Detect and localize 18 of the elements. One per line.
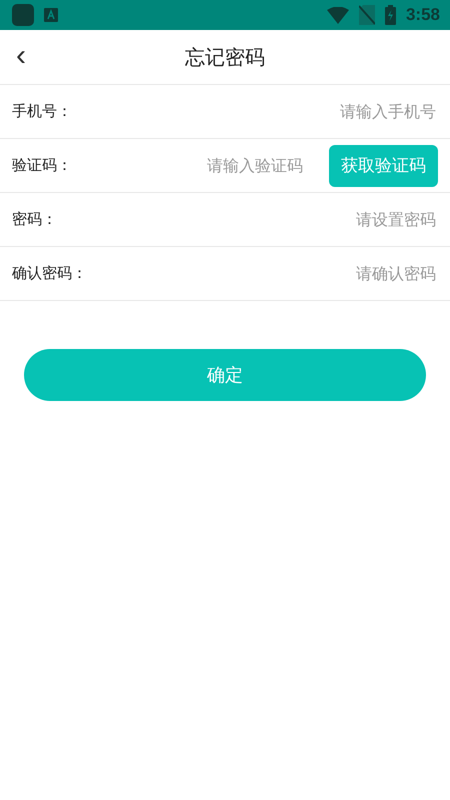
field-label: 手机号： [12, 102, 72, 121]
get-code-button[interactable]: 获取验证码 [329, 144, 438, 186]
battery-icon [384, 5, 396, 25]
status-time: 3:58 [406, 5, 440, 25]
page-title: 忘记密码 [185, 44, 265, 70]
field-label: 确认密码： [12, 264, 87, 283]
input-field[interactable]: 请设置密码 [67, 209, 438, 230]
input-field[interactable]: 请输入手机号 [82, 101, 438, 122]
notification-icon [44, 8, 58, 22]
no-sim-icon [358, 5, 375, 25]
back-button[interactable]: ‹ [12, 42, 30, 70]
app-icon [12, 4, 34, 26]
input-field[interactable]: 请输入验证码 [82, 155, 305, 176]
field-label: 密码： [12, 210, 57, 229]
confirm-button[interactable]: 确定 [24, 349, 426, 401]
input-field[interactable]: 请确认密码 [97, 263, 438, 284]
wifi-icon [326, 6, 349, 24]
field-label: 验证码： [12, 156, 72, 175]
